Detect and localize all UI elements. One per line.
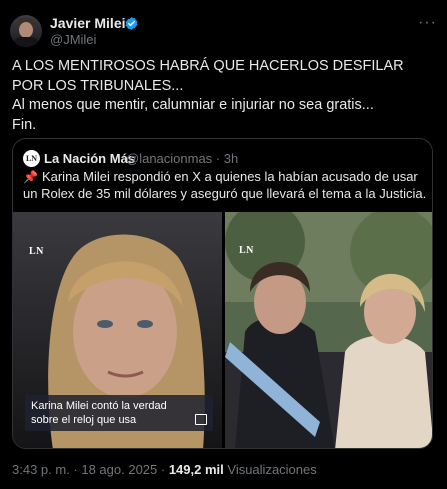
pushpin-icon: 📌 (23, 170, 38, 184)
avatar-suit (13, 37, 39, 47)
quoted-tweet[interactable]: LN La Nación Más @lanacionmas · 3h 📌 Kari… (12, 138, 433, 449)
tweet-line-2: Al menos que mentir, calumniar e injuria… (12, 97, 374, 113)
tweet-line-3: Fin. (12, 116, 37, 133)
image-caption-text: Karina Milei contó la verdad sobre el re… (31, 400, 167, 426)
watermark-logo: LN (29, 246, 44, 257)
avatar-face (19, 22, 33, 38)
quoted-author-handle[interactable]: @lanacionmas · 3h (126, 151, 238, 166)
quoted-tweet-text: 📌 Karina Milei respondió en X a quienes l… (23, 169, 428, 202)
tweet-line-1: A LOS MENTIROSOS HABRÁ QUE HACERLOS DESF… (12, 58, 404, 94)
more-options-icon[interactable]: ··· (418, 14, 437, 32)
expand-image-icon[interactable] (195, 414, 207, 425)
photo-illustration (225, 212, 432, 448)
quoted-text-body: Karina Milei respondió en X a quienes la… (23, 169, 427, 201)
views-label: Visualizaciones (223, 462, 317, 477)
quoted-image-1[interactable]: LN Karina Milei contó la verdad sobre el… (13, 212, 222, 448)
timestamp[interactable]: 3:43 p. m. · 18 ago. 2025 · (12, 462, 169, 477)
watermark-logo: LN (239, 245, 254, 256)
quoted-author-name[interactable]: La Nación Más (44, 151, 135, 166)
author-name[interactable]: Javier Milei (50, 15, 126, 31)
quoted-image-2[interactable]: LN (225, 212, 432, 448)
author-handle[interactable]: @JMilei (50, 32, 96, 47)
tweet-meta: 3:43 p. m. · 18 ago. 2025 · 149,2 mil Vi… (12, 462, 317, 477)
tweet[interactable]: Javier Milei @JMilei ··· A LOS MENTIROSO… (0, 0, 447, 489)
quoted-author-avatar[interactable]: LN (23, 150, 40, 167)
verified-badge-icon (125, 17, 138, 30)
image-caption[interactable]: Karina Milei contó la verdad sobre el re… (25, 395, 213, 431)
tweet-text: A LOS MENTIROSOS HABRÁ QUE HACERLOS DESF… (12, 57, 437, 135)
author-avatar[interactable] (10, 15, 42, 47)
views-count: 149,2 mil (168, 462, 224, 477)
